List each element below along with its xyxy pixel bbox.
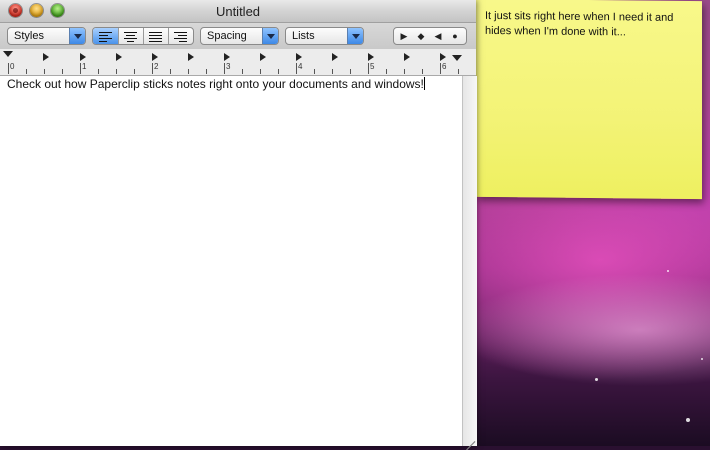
tab-stop-marker[interactable] bbox=[80, 53, 86, 61]
play-icon[interactable]: ▶ bbox=[395, 28, 413, 44]
navigation-group: ▶ ◆ ◀ ● bbox=[393, 27, 467, 45]
format-toolbar: Styles Spacing Lists ▶ ◆ ◀ ● bbox=[0, 23, 476, 49]
chevron-down-icon bbox=[262, 28, 278, 44]
window-title: Untitled bbox=[215, 4, 261, 19]
align-left-icon bbox=[99, 32, 112, 44]
chevron-down-icon bbox=[69, 28, 85, 44]
sticky-note[interactable]: It just sits right here when I need it a… bbox=[476, 0, 702, 200]
tab-stop-marker[interactable] bbox=[116, 53, 122, 61]
tab-stop-marker[interactable] bbox=[404, 53, 410, 61]
ruler-tick bbox=[26, 69, 27, 74]
ruler-tick bbox=[458, 69, 459, 74]
vertical-scrollbar[interactable] bbox=[462, 76, 477, 446]
document-text-content: Check out how Paperclip sticks notes rig… bbox=[7, 77, 424, 91]
ruler-tick bbox=[332, 69, 333, 74]
ruler-number: 3 bbox=[226, 62, 231, 71]
ruler-tick bbox=[80, 63, 81, 74]
tab-stop-marker[interactable] bbox=[296, 53, 302, 61]
stop-icon[interactable]: ● bbox=[446, 28, 464, 44]
ruler-tick bbox=[224, 63, 225, 74]
ruler-tick bbox=[242, 69, 243, 74]
chevron-down-icon bbox=[347, 28, 363, 44]
ruler-tick bbox=[404, 69, 405, 74]
star bbox=[595, 378, 598, 381]
ruler-tick bbox=[44, 69, 45, 74]
ruler-tick bbox=[440, 63, 441, 74]
document-text[interactable]: Check out how Paperclip sticks notes rig… bbox=[7, 77, 425, 91]
tab-stop-marker[interactable] bbox=[188, 53, 194, 61]
right-margin-marker[interactable] bbox=[452, 55, 462, 61]
ruler-tick bbox=[206, 69, 207, 74]
ruler-tick bbox=[116, 69, 117, 74]
ruler-number: 0 bbox=[10, 62, 15, 71]
ruler-tick bbox=[296, 63, 297, 74]
tab-stop-marker[interactable] bbox=[440, 53, 446, 61]
ruler-tick bbox=[350, 69, 351, 74]
align-justify-icon bbox=[149, 32, 162, 44]
lists-label: Lists bbox=[292, 30, 315, 42]
title-bar[interactable]: Untitled bbox=[0, 0, 476, 23]
tab-stop-marker[interactable] bbox=[368, 53, 374, 61]
ruler-number: 4 bbox=[298, 62, 303, 71]
tab-stop-marker[interactable] bbox=[152, 53, 158, 61]
ruler-tick bbox=[278, 69, 279, 74]
ruler-number: 2 bbox=[154, 62, 159, 71]
ruler-tick bbox=[386, 69, 387, 74]
spacing-popup[interactable]: Spacing bbox=[200, 27, 279, 45]
alignment-group bbox=[92, 27, 194, 45]
ruler-tick bbox=[134, 69, 135, 74]
ruler-tick bbox=[260, 69, 261, 74]
align-center-button[interactable] bbox=[118, 28, 144, 44]
left-margin-marker[interactable] bbox=[3, 51, 13, 57]
ruler-tick bbox=[152, 63, 153, 74]
ruler[interactable]: 0 1 2 3 4 5 6 bbox=[0, 49, 476, 76]
ruler-tick bbox=[368, 63, 369, 74]
align-right-button[interactable] bbox=[168, 28, 193, 44]
star bbox=[701, 358, 703, 360]
ruler-tick bbox=[422, 69, 423, 74]
sticky-note-text[interactable]: It just sits right here when I need it a… bbox=[485, 9, 695, 41]
star bbox=[667, 270, 669, 272]
ruler-tick bbox=[62, 69, 63, 74]
star bbox=[686, 418, 690, 422]
ruler-tick bbox=[170, 69, 171, 74]
tab-stop-marker[interactable] bbox=[43, 53, 49, 61]
align-justify-button[interactable] bbox=[143, 28, 169, 44]
ruler-number: 5 bbox=[370, 62, 375, 71]
tab-stop-marker[interactable] bbox=[224, 53, 230, 61]
styles-label: Styles bbox=[14, 30, 44, 42]
diamond-icon[interactable]: ◆ bbox=[412, 28, 430, 44]
lists-popup[interactable]: Lists bbox=[285, 27, 364, 45]
resize-grip-icon[interactable] bbox=[463, 430, 476, 450]
align-right-icon bbox=[174, 32, 187, 44]
ruler-tick bbox=[98, 69, 99, 74]
ruler-tick bbox=[8, 63, 9, 74]
align-left-button[interactable] bbox=[93, 28, 119, 44]
spacing-label: Spacing bbox=[207, 30, 247, 42]
back-icon[interactable]: ◀ bbox=[429, 28, 447, 44]
document-text-area[interactable]: Check out how Paperclip sticks notes rig… bbox=[0, 76, 462, 446]
styles-popup[interactable]: Styles bbox=[7, 27, 86, 45]
ruler-number: 6 bbox=[442, 62, 447, 71]
tab-stop-marker[interactable] bbox=[332, 53, 338, 61]
text-caret bbox=[423, 77, 425, 90]
ruler-tick bbox=[188, 69, 189, 74]
tab-stop-marker[interactable] bbox=[260, 53, 266, 61]
text-editor-window: Untitled Styles Spacing Lists ▶ ◆ ◀ ● 0 … bbox=[0, 0, 477, 450]
ruler-number: 1 bbox=[82, 62, 87, 71]
align-center-icon bbox=[124, 32, 137, 44]
ruler-tick bbox=[314, 69, 315, 74]
